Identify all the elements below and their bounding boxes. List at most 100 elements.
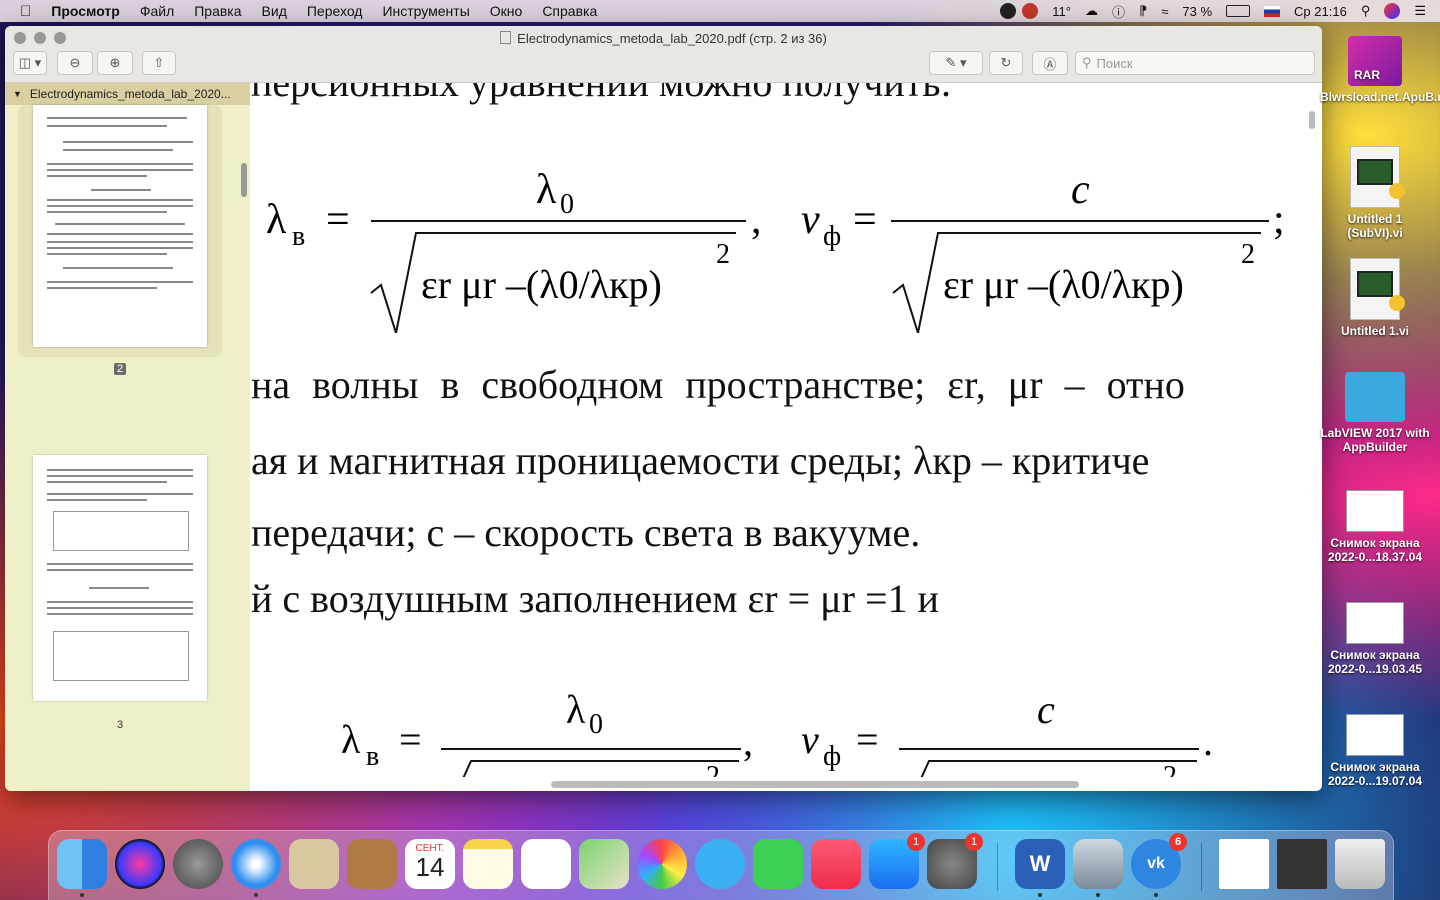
svg-text:=: = — [399, 717, 422, 762]
share-button[interactable]: ⇧ — [142, 51, 176, 75]
calendar-day: 14 — [415, 852, 445, 882]
svg-text:2: 2 — [1163, 761, 1177, 777]
menu-app-name[interactable]: Просмотр — [51, 3, 120, 19]
desktop-icon-label: Untitled 1.vi — [1340, 324, 1409, 338]
apple-menu-icon[interactable]:  — [20, 3, 31, 20]
formula-phase-velocity-1: v ф = c εr μr –(λ0/λкр) 2 ; — [801, 167, 1285, 333]
search-placeholder: Поиск — [1096, 55, 1133, 71]
language-flag-icon[interactable] — [1264, 5, 1281, 17]
svg-text:=: = — [326, 197, 350, 243]
doc-text-line-4: й с воздушным заполнением εr = μr =1 и — [251, 576, 939, 621]
desktop-icon-screenshot-1[interactable]: Снимок экрана 2022-0...18.37.04 — [1320, 490, 1430, 564]
rotate-button[interactable]: ↻ — [989, 51, 1023, 75]
window-title-text: Electrodynamics_metoda_lab_2020.pdf (стр… — [517, 31, 827, 46]
sidebar-file-header[interactable]: ▼ Electrodynamics_metoda_lab_2020... — [5, 83, 250, 105]
siri-icon[interactable] — [115, 839, 165, 889]
menu-item-tools[interactable]: Инструменты — [382, 3, 469, 19]
clock-label[interactable]: Ср 21:16 — [1294, 4, 1347, 19]
screenshot-thumbnail-icon — [1346, 602, 1404, 644]
preview-icon[interactable] — [1073, 839, 1123, 897]
finder-icon[interactable] — [57, 839, 107, 897]
zoom-in-button[interactable]: ⊕ — [97, 51, 133, 75]
music-icon[interactable] — [811, 839, 861, 889]
doc-text-line-3: передачи; c – скорость света в вакууме. — [251, 510, 921, 555]
menu-item-help[interactable]: Справка — [542, 3, 597, 19]
accessibility-icon[interactable]: ⓘ — [1112, 2, 1125, 21]
trash-icon[interactable] — [1335, 839, 1385, 889]
annotate-button[interactable]: Ⓐ — [1032, 51, 1068, 75]
recent-screenshot-icon[interactable] — [1277, 839, 1327, 889]
svg-text:2: 2 — [716, 239, 730, 270]
search-icon: ⚲ — [1082, 55, 1092, 70]
svg-text:в: в — [366, 741, 379, 772]
disclosure-triangle-icon[interactable]: ▼ — [13, 89, 22, 99]
svg-text:0: 0 — [589, 709, 603, 740]
system-preferences-icon[interactable]: 1 — [927, 833, 983, 889]
formula-wavelength-2: λ в = λ 0 2 , — [341, 687, 753, 777]
battery-icon[interactable] — [1226, 5, 1251, 17]
cloud-icon[interactable]: ☁ — [1085, 3, 1098, 19]
notes-icon[interactable] — [463, 839, 513, 889]
desktop-icon-rar[interactable]: RAR Blwrsload.net.ApuB.rar — [1320, 36, 1440, 104]
siri-icon[interactable] — [1384, 3, 1401, 19]
spotlight-icon[interactable]: ⚲ — [1361, 3, 1371, 19]
formula-wavelength-1: λ в = λ 0 εr μr –(λ0/λкр) 2 , — [266, 167, 762, 333]
temperature-label[interactable]: 11° — [1052, 4, 1071, 19]
launchpad-icon[interactable] — [173, 839, 223, 889]
dock: СЕНТ. 14 1 1 W vk 6 — [48, 830, 1394, 900]
mail-stamp-icon[interactable] — [289, 839, 339, 889]
folder-icon — [1345, 372, 1405, 422]
control-center-icon[interactable]: ☰ — [1414, 3, 1426, 19]
recent-document-icon[interactable] — [1219, 839, 1269, 889]
page-number-3: 3 — [116, 719, 124, 731]
maps-icon[interactable] — [579, 839, 629, 889]
facetime-icon[interactable] — [753, 839, 803, 889]
document-vertical-scrollbar[interactable] — [1309, 111, 1315, 129]
sidebar-scrollbar[interactable] — [241, 163, 247, 197]
svg-text:εr μr –(λ0/λкр): εr μr –(λ0/λкр) — [943, 262, 1184, 307]
menu-item-go[interactable]: Переход — [307, 3, 363, 19]
contacts-icon[interactable] — [347, 839, 397, 889]
wifi-icon[interactable]: ≈ — [1161, 4, 1168, 19]
sidebar-toggle-button[interactable]: ◫ ▾ — [13, 51, 47, 75]
menu-bar:  Просмотр Файл Правка Вид Переход Инстр… — [0, 0, 1440, 22]
desktop-icon-labview-folder[interactable]: LabVIEW 2017 with AppBuilder — [1320, 372, 1430, 454]
screenshot-thumbnail-icon — [1346, 714, 1404, 756]
calendar-icon[interactable]: СЕНТ. 14 — [405, 839, 455, 889]
mail-status-icon[interactable] — [1022, 3, 1039, 19]
svg-text:2: 2 — [1241, 239, 1255, 270]
vk-status-icon[interactable] — [1000, 3, 1017, 19]
vk-icon[interactable]: vk 6 — [1131, 833, 1187, 897]
app-store-badge: 1 — [907, 833, 925, 851]
svg-text:ф: ф — [823, 741, 841, 772]
page-thumbnail-3[interactable] — [33, 455, 207, 701]
svg-text:λ: λ — [566, 687, 586, 732]
desktop-icon-subvi[interactable]: Untitled 1 (SubVI).vi — [1320, 146, 1430, 240]
desktop-icon-label: Untitled 1 (SubVI).vi — [1347, 212, 1403, 240]
document-view[interactable]: персионных уравнений можно получить: λ в… — [251, 83, 1307, 777]
photos-icon[interactable] — [637, 839, 687, 889]
word-icon[interactable]: W — [1015, 839, 1065, 897]
document-horizontal-scrollbar[interactable] — [551, 781, 1079, 788]
messages-icon[interactable] — [695, 839, 745, 889]
page-thumbnail-2[interactable] — [33, 105, 207, 347]
battery-label[interactable]: 73 % — [1182, 4, 1212, 19]
markup-pen-button[interactable]: ✎ ▾ — [929, 51, 983, 75]
app-store-icon[interactable]: 1 — [869, 833, 925, 889]
thumbnail-sidebar: ▼ Electrodynamics_metoda_lab_2020... 2 3 — [5, 83, 250, 791]
safari-icon[interactable] — [231, 839, 281, 897]
bluetooth-icon[interactable]: ⁋ — [1139, 3, 1147, 19]
desktop-icon-screenshot-3[interactable]: Снимок экрана 2022-0...19.07.04 — [1320, 714, 1430, 788]
menu-item-file[interactable]: Файл — [140, 3, 174, 19]
rar-archive-icon: RAR — [1348, 36, 1402, 86]
screenshot-thumbnail-icon — [1346, 490, 1404, 532]
desktop-icon-label: Снимок экрана 2022-0...18.37.04 — [1327, 536, 1423, 564]
menu-item-window[interactable]: Окно — [490, 3, 523, 19]
search-field[interactable]: ⚲ Поиск — [1075, 51, 1315, 75]
menu-item-edit[interactable]: Правка — [194, 3, 241, 19]
reminders-icon[interactable] — [521, 839, 571, 889]
desktop-icon-screenshot-2[interactable]: Снимок экрана 2022-0...19.03.45 — [1320, 602, 1430, 676]
desktop-icon-vi[interactable]: Untitled 1.vi — [1320, 258, 1430, 338]
zoom-out-button[interactable]: ⊖ — [57, 51, 93, 75]
menu-item-view[interactable]: Вид — [262, 3, 287, 19]
